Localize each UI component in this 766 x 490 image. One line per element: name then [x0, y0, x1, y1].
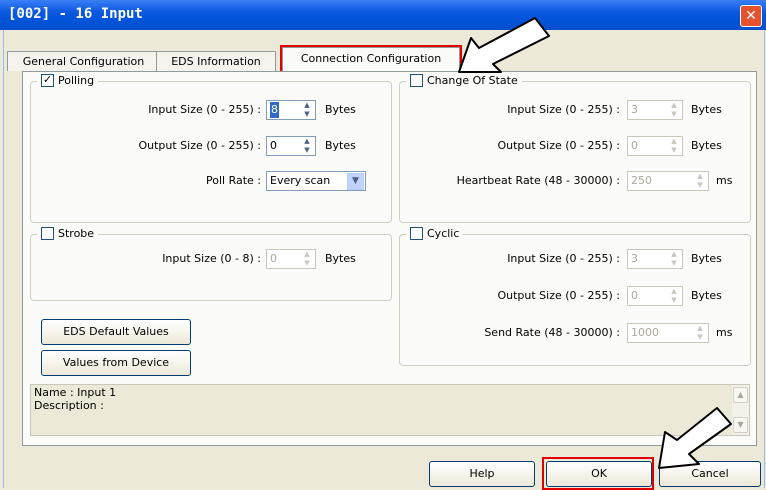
cos-output-size-value: 0 [631, 139, 638, 152]
cyclic-check-box [410, 227, 423, 240]
change-of-state-check-box [410, 74, 423, 87]
window-title: [002] - 16 Input [8, 6, 143, 22]
cyclic-input-bytes-unit: Bytes [691, 252, 722, 265]
strobe-check-box [41, 227, 54, 240]
cyclic-output-size-value: 0 [631, 289, 638, 302]
tab-connection-configuration[interactable]: Connection Configuration [280, 45, 462, 74]
polling-output-size-stepper[interactable]: 0 ▲ ▼ [266, 136, 316, 156]
polling-input-size-value: 8 [270, 102, 279, 118]
dialog-window: [002] - 16 Input ✕ General Configuration… [0, 0, 766, 490]
description-line: Description : [34, 399, 104, 412]
send-rate-label: Send Rate (48 - 30000) : [484, 326, 620, 339]
help-button[interactable]: Help [429, 461, 535, 487]
cos-input-bytes-unit: Bytes [691, 103, 722, 116]
spin-arrows-icon[interactable]: ▲ ▼ [666, 250, 682, 268]
cos-input-size-label: Input Size (0 - 255) : [507, 103, 620, 116]
description-box: Name : Input 1 Description : ▲ ▼ [30, 384, 750, 436]
strobe-label: Strobe [58, 227, 95, 240]
eds-default-values-button[interactable]: EDS Default Values [41, 319, 191, 345]
spin-arrows-icon[interactable]: ▲ ▼ [692, 172, 708, 190]
cyclic-output-size-stepper[interactable]: 0 ▲ ▼ [627, 286, 683, 306]
tab-eds-information[interactable]: EDS Information [156, 51, 276, 71]
polling-check-mark: ✓ [41, 73, 54, 87]
polling-output-size-value: 0 [270, 139, 277, 152]
scroll-down-icon[interactable]: ▼ [733, 417, 748, 433]
scroll-up-icon[interactable]: ▲ [733, 387, 748, 403]
cyclic-group: Cyclic Input Size (0 - 255) : 3 ▲ ▼ Bytes… [399, 227, 751, 366]
cyclic-input-size-label: Input Size (0 - 255) : [507, 252, 620, 265]
strobe-group: Strobe Input Size (0 - 8) : 0 ▲ ▼ Bytes [30, 227, 392, 301]
polling-group: ✓ Polling Input Size (0 - 255) : 8 ▲ ▼ By… [30, 74, 392, 223]
spin-arrows-icon[interactable]: ▲ ▼ [666, 101, 682, 119]
spin-arrows-icon[interactable]: ▲ ▼ [299, 101, 315, 119]
spin-arrows-icon[interactable]: ▲ ▼ [666, 137, 682, 155]
ok-highlight-box [542, 457, 654, 490]
polling-output-size-label: Output Size (0 - 255) : [138, 139, 261, 152]
poll-rate-select[interactable]: Every scan ▼ [266, 171, 366, 191]
annotation-arrow-tab [458, 17, 550, 73]
polling-input-size-label: Input Size (0 - 255) : [148, 103, 261, 116]
strobe-input-size-value: 0 [270, 252, 277, 265]
heartbeat-rate-stepper[interactable]: 250 ▲ ▼ [627, 171, 709, 191]
cos-input-size-value: 3 [631, 103, 638, 116]
heartbeat-ms-unit: ms [716, 174, 733, 187]
spin-arrows-icon[interactable]: ▲ ▼ [299, 250, 315, 268]
spin-arrows-icon[interactable]: ▲ ▼ [666, 287, 682, 305]
poll-rate-label: Poll Rate : [205, 174, 261, 187]
polling-checkbox[interactable]: ✓ Polling [37, 73, 99, 87]
strobe-bytes-unit: Bytes [325, 252, 356, 265]
cyclic-checkbox[interactable]: Cyclic [406, 227, 464, 240]
strobe-checkbox[interactable]: Strobe [37, 227, 99, 240]
cos-output-size-stepper[interactable]: 0 ▲ ▼ [627, 136, 683, 156]
spin-arrows-icon[interactable]: ▲ ▼ [692, 324, 708, 342]
cos-input-size-stepper[interactable]: 3 ▲ ▼ [627, 100, 683, 120]
polling-output-bytes-unit: Bytes [325, 139, 356, 152]
send-rate-value: 1000 [631, 326, 659, 339]
name-line: Name : Input 1 [34, 386, 117, 399]
spin-arrows-icon[interactable]: ▲ ▼ [299, 137, 315, 155]
poll-rate-value: Every scan [270, 174, 331, 187]
cyclic-output-size-label: Output Size (0 - 255) : [497, 289, 620, 302]
close-icon[interactable]: ✕ [740, 5, 762, 27]
annotation-arrow-ok [658, 407, 732, 469]
send-rate-ms-unit: ms [716, 326, 733, 339]
strobe-input-size-stepper[interactable]: 0 ▲ ▼ [266, 249, 316, 269]
tab-general-configuration[interactable]: General Configuration [7, 51, 160, 71]
polling-input-size-stepper[interactable]: 8 ▲ ▼ [266, 100, 316, 120]
cyclic-label: Cyclic [427, 227, 460, 240]
values-from-device-button[interactable]: Values from Device [41, 350, 191, 376]
heartbeat-rate-value: 250 [631, 174, 652, 187]
title-bar[interactable]: [002] - 16 Input ✕ [0, 0, 766, 30]
strobe-input-size-label: Input Size (0 - 8) : [162, 252, 261, 265]
cos-output-size-label: Output Size (0 - 255) : [497, 139, 620, 152]
cyclic-input-size-stepper[interactable]: 3 ▲ ▼ [627, 249, 683, 269]
send-rate-stepper[interactable]: 1000 ▲ ▼ [627, 323, 709, 343]
heartbeat-rate-label: Heartbeat Rate (48 - 30000) : [456, 174, 620, 187]
cyclic-output-bytes-unit: Bytes [691, 289, 722, 302]
change-of-state-group: Change Of State Input Size (0 - 255) : 3… [399, 74, 751, 223]
polling-label: Polling [58, 74, 95, 87]
chevron-down-icon[interactable]: ▼ [347, 173, 364, 190]
polling-input-bytes-unit: Bytes [325, 103, 356, 116]
tab-panel-connection-configuration: ✓ Polling Input Size (0 - 255) : 8 ▲ ▼ By… [22, 71, 757, 446]
cos-output-bytes-unit: Bytes [691, 139, 722, 152]
cyclic-input-size-value: 3 [631, 252, 638, 265]
